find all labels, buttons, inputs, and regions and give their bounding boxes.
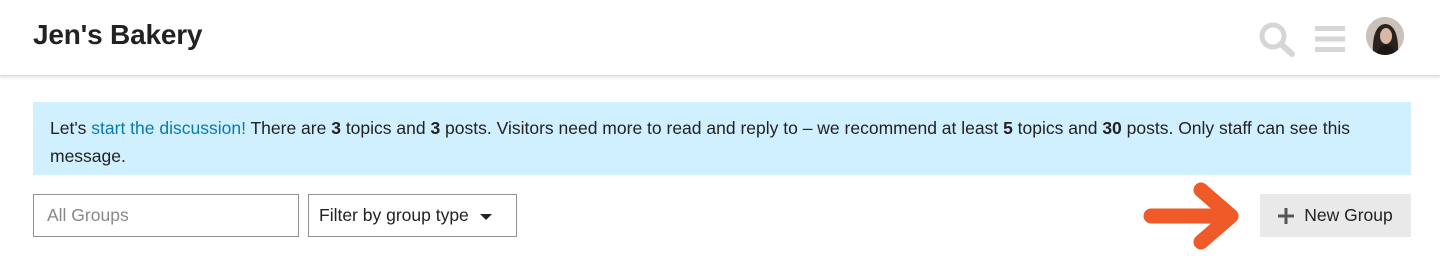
notice-text: There are [245, 118, 332, 138]
hamburger-menu-icon [1315, 26, 1345, 52]
notice-text: topics and [340, 118, 431, 138]
new-group-label: New Group [1304, 205, 1393, 225]
recommended-topics-count: 5 [1003, 118, 1013, 138]
search-icon [1259, 22, 1295, 57]
topics-count: 3 [331, 118, 341, 138]
recommended-posts-count: 30 [1102, 118, 1122, 138]
staff-notice-banner: Let's start the discussion! There are 3 … [33, 102, 1411, 175]
start-discussion-link[interactable]: start the discussion! [91, 118, 246, 138]
plus-icon [1278, 207, 1295, 224]
user-avatar[interactable] [1366, 17, 1404, 55]
arrow-right-icon [1143, 182, 1239, 250]
search-button[interactable] [1257, 20, 1297, 58]
site-title[interactable]: Jen's Bakery [33, 19, 202, 51]
site-header: Jen's Bakery [0, 0, 1440, 76]
caret-down-icon [479, 213, 492, 220]
group-filter-input[interactable] [33, 194, 299, 237]
group-type-filter-dropdown[interactable]: Filter by group type [308, 194, 517, 237]
notice-text: topics and [1012, 118, 1103, 138]
new-group-button[interactable]: New Group [1260, 194, 1411, 237]
posts-count: 3 [430, 118, 441, 138]
avatar-image [1366, 17, 1404, 55]
notice-text: posts. Visitors need more to read and re… [440, 118, 1004, 138]
hamburger-menu-button[interactable] [1312, 20, 1348, 58]
notice-prefix: Let's [50, 118, 92, 138]
group-type-filter-label: Filter by group type [319, 205, 469, 225]
